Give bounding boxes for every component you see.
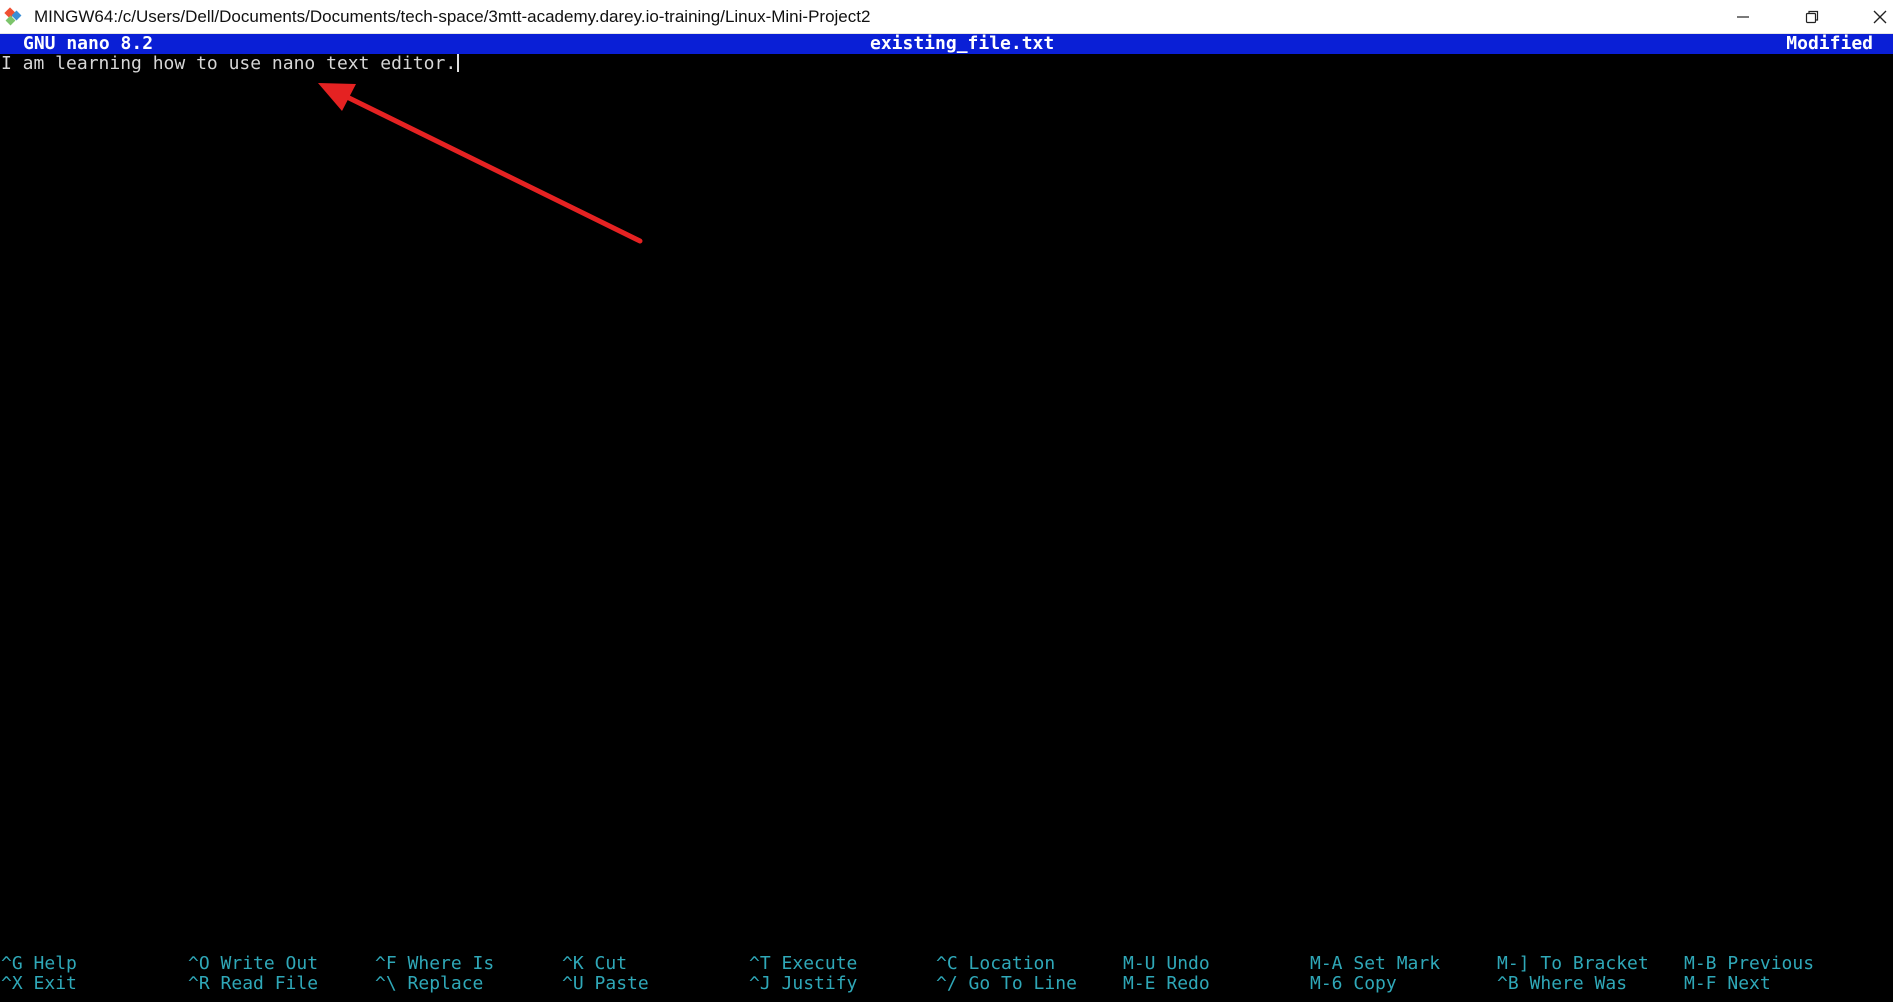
shortcut-location[interactable]: ^C Location: [936, 954, 1055, 974]
nano-version: GNU nano 8.2: [23, 33, 154, 54]
shortcut-write-out[interactable]: ^O Write Out: [188, 954, 318, 974]
shortcut-set-mark[interactable]: M-A Set Mark: [1310, 954, 1440, 974]
shortcut-cut[interactable]: ^K Cut: [562, 954, 627, 974]
shortcut-copy[interactable]: M-6 Copy: [1310, 974, 1397, 994]
minimize-button[interactable]: [1715, 0, 1771, 34]
shortcut-go-to-line[interactable]: ^/ Go To Line: [936, 974, 1077, 994]
shortcut-previous[interactable]: M-B Previous: [1684, 954, 1814, 974]
minimize-icon: [1736, 10, 1750, 24]
git-bash-icon: [4, 7, 26, 27]
shortcut-replace[interactable]: ^\ Replace: [375, 974, 483, 994]
shortcut-where-is[interactable]: ^F Where Is: [375, 954, 494, 974]
nano-header-bar: GNU nano 8.2 existing_file.txt Modified: [0, 34, 1893, 54]
file-name: existing_file.txt: [870, 33, 1055, 54]
shortcut-read-file[interactable]: ^R Read File: [188, 974, 318, 994]
window-title: MINGW64:/c/Users/Dell/Documents/Document…: [34, 7, 871, 26]
shortcut-bar: ^G Help ^O Write Out ^F Where Is ^K Cut …: [0, 954, 1893, 1000]
close-icon: [1872, 9, 1888, 25]
modified-status: Modified: [1786, 33, 1873, 54]
shortcut-to-bracket[interactable]: M-] To Bracket: [1497, 954, 1649, 974]
restore-button[interactable]: [1784, 0, 1840, 34]
shortcut-where-was[interactable]: ^B Where Was: [1497, 974, 1627, 994]
red-arrow-annotation: [318, 83, 643, 244]
shortcut-execute[interactable]: ^T Execute: [749, 954, 857, 974]
close-button[interactable]: [1852, 0, 1893, 34]
shortcut-exit[interactable]: ^X Exit: [1, 974, 77, 994]
restore-icon: [1805, 10, 1819, 24]
shortcut-help[interactable]: ^G Help: [1, 954, 77, 974]
shortcut-redo[interactable]: M-E Redo: [1123, 974, 1210, 994]
shortcut-next[interactable]: M-F Next: [1684, 974, 1771, 994]
window-titlebar[interactable]: MINGW64:/c/Users/Dell/Documents/Document…: [0, 0, 1893, 34]
shortcut-undo[interactable]: M-U Undo: [1123, 954, 1210, 974]
editor-text-area[interactable]: I am learning how to use nano text edito…: [0, 54, 1893, 949]
shortcut-paste[interactable]: ^U Paste: [562, 974, 649, 994]
shortcut-justify[interactable]: ^J Justify: [749, 974, 857, 994]
